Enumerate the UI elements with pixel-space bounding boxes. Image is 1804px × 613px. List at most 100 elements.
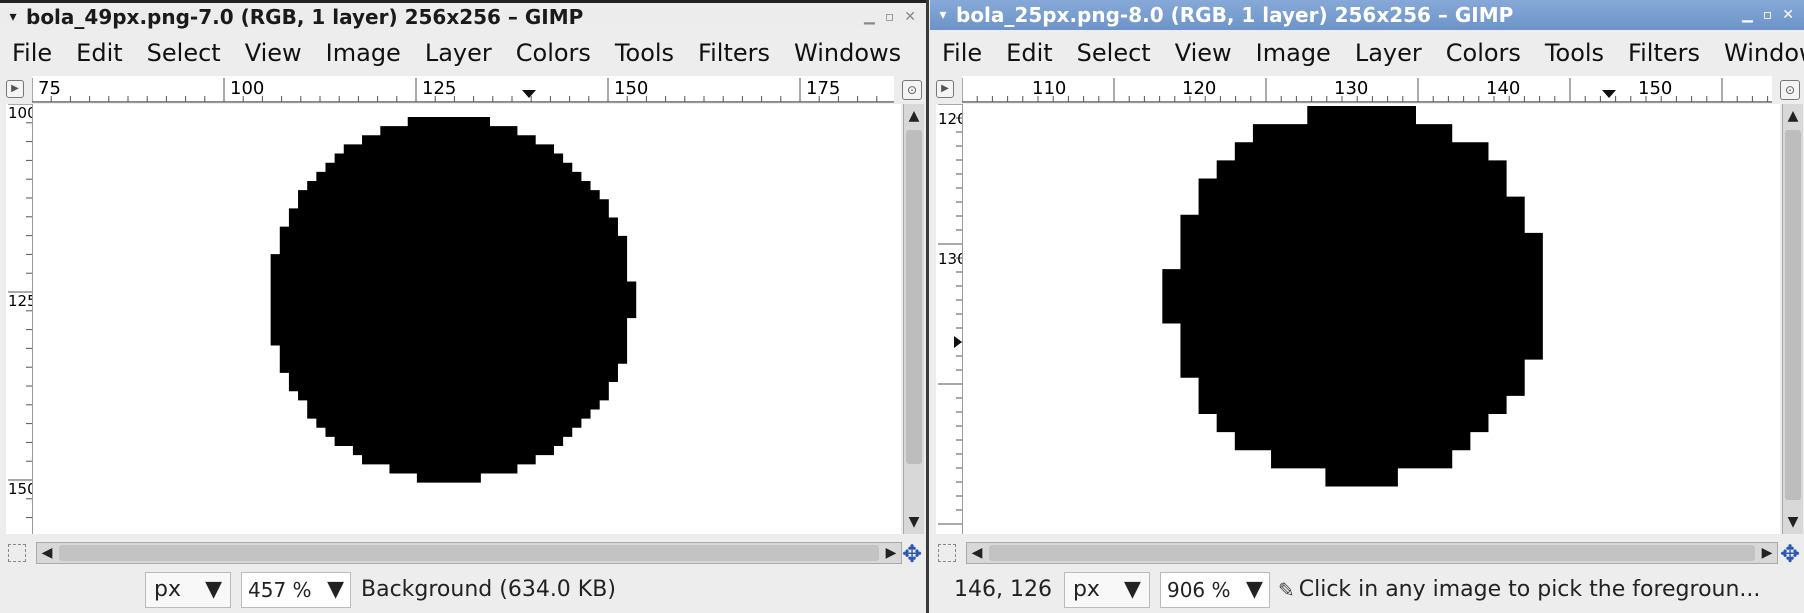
- gimp-window-left: ▾ bola_49px.png-7.0 (RGB, 1 layer) 256x2…: [0, 0, 929, 613]
- menu-view[interactable]: View: [1163, 39, 1244, 67]
- zoom-value: 906 %: [1166, 577, 1231, 602]
- scroll-thumb[interactable]: [1785, 130, 1801, 500]
- menu-colors[interactable]: Colors: [1434, 39, 1533, 67]
- menu-edit[interactable]: Edit: [994, 39, 1064, 67]
- menu-tools[interactable]: Tools: [603, 39, 686, 67]
- scroll-thumb[interactable]: [906, 130, 922, 464]
- maximize-icon[interactable]: ▫: [1763, 7, 1773, 23]
- horizontal-scrollbar[interactable]: ◀ ▶: [36, 542, 902, 564]
- quick-mask-icon[interactable]: [938, 544, 956, 562]
- menu-help[interactable]: Help: [913, 39, 926, 67]
- menu-select[interactable]: Select: [135, 39, 233, 67]
- ruler-h-label: 75: [38, 78, 61, 99]
- status-message: Background (634.0 KB): [361, 577, 616, 602]
- zoom-selector[interactable]: 457 % ▼: [241, 571, 351, 608]
- ruler-h-label: 175: [806, 78, 840, 99]
- ruler-h-label: 130: [1334, 78, 1368, 99]
- scroll-thumb[interactable]: [989, 545, 1755, 561]
- dropdown-arrow-icon[interactable]: ▼: [327, 577, 344, 602]
- image-content: [270, 117, 637, 483]
- ruler-v-label: 100: [8, 104, 33, 122]
- menu-filters[interactable]: Filters: [1616, 39, 1712, 67]
- vertical-scrollbar[interactable]: ▲ ▼: [1782, 104, 1803, 534]
- scroll-right-icon[interactable]: ▶: [881, 545, 901, 561]
- move-navigate-icon[interactable]: ✥: [902, 540, 922, 568]
- zoom-value: 457 %: [248, 577, 312, 602]
- zoom-selector[interactable]: 906 % ▼: [1159, 571, 1270, 608]
- window-menu-icon[interactable]: ▾: [0, 9, 26, 25]
- menu-view[interactable]: View: [233, 39, 314, 67]
- unit-selector[interactable]: px ▼: [145, 571, 231, 608]
- menu-image[interactable]: Image: [314, 39, 413, 67]
- horizontal-scrollbar[interactable]: ◀ ▶: [966, 542, 1778, 564]
- menu-filters[interactable]: Filters: [686, 39, 782, 67]
- minimize-icon[interactable]: ▁: [864, 9, 875, 25]
- menu-colors[interactable]: Colors: [504, 39, 603, 67]
- vertical-ruler: 120 130: [936, 104, 963, 534]
- dropdown-arrow-icon[interactable]: ▼: [205, 577, 222, 602]
- menu-select[interactable]: Select: [1065, 39, 1163, 67]
- move-navigate-icon[interactable]: ✥: [1780, 540, 1800, 568]
- menu-image[interactable]: Image: [1244, 39, 1343, 67]
- close-icon[interactable]: ✕: [904, 9, 916, 25]
- ruler-h-label: 125: [422, 78, 456, 99]
- scroll-up-icon[interactable]: ▲: [904, 108, 924, 124]
- status-bar: px ▼ 457 % ▼ Background (634.0 KB): [0, 566, 926, 613]
- menu-layer[interactable]: Layer: [1343, 39, 1434, 67]
- menu-tools[interactable]: Tools: [1533, 39, 1616, 67]
- ruler-h-label: 110: [1032, 78, 1066, 99]
- ruler-h-label: 100: [230, 78, 264, 99]
- quick-mask-icon[interactable]: [8, 544, 26, 562]
- menu-file[interactable]: File: [0, 39, 64, 67]
- menu-edit[interactable]: Edit: [64, 39, 134, 67]
- image-canvas[interactable]: [963, 104, 1780, 534]
- menu-file[interactable]: File: [930, 39, 994, 67]
- zoom-fit-icon[interactable]: ⊙: [902, 80, 922, 100]
- status-message: Click in any image to pick the foregroun…: [1298, 577, 1761, 602]
- vertical-scrollbar[interactable]: ▲ ▼: [903, 104, 924, 534]
- menu-windows[interactable]: Windows: [782, 39, 913, 67]
- ruler-h-label: 120: [1182, 78, 1216, 99]
- unit-selector[interactable]: px ▼: [1063, 571, 1150, 608]
- horizontal-ruler: 75 100 125 150 175: [32, 76, 894, 103]
- ruler-h-label: 150: [614, 78, 648, 99]
- ruler-h-label: 150: [1638, 78, 1672, 99]
- menu-bar: File Edit Select View Image Layer Colors…: [930, 34, 1804, 72]
- scroll-left-icon[interactable]: ◀: [967, 545, 987, 561]
- status-bar: 146, 126 px ▼ 906 % ▼ ✎ Click in any ima…: [930, 566, 1804, 613]
- horizontal-ruler: 110 120 130 140 150: [962, 76, 1772, 103]
- ruler-v-label: 125: [8, 292, 33, 310]
- scroll-thumb[interactable]: [59, 545, 879, 561]
- pointer-coordinates: 146, 126: [954, 577, 1052, 602]
- window-menu-icon[interactable]: ▾: [930, 7, 956, 23]
- navigate-icon[interactable]: ▶: [6, 80, 24, 98]
- navigate-icon[interactable]: ▶: [936, 80, 954, 98]
- minimize-icon[interactable]: ▁: [1742, 7, 1753, 23]
- window-title: bola_25px.png-8.0 (RGB, 1 layer) 256x256…: [956, 3, 1514, 27]
- ruler-h-label: 140: [1486, 78, 1520, 99]
- maximize-icon[interactable]: ▫: [885, 9, 895, 25]
- scroll-up-icon[interactable]: ▲: [1783, 108, 1803, 124]
- black-ball-image: [1162, 106, 1543, 487]
- zoom-fit-icon[interactable]: ⊙: [1780, 80, 1800, 100]
- title-bar[interactable]: ▾ bola_49px.png-7.0 (RGB, 1 layer) 256x2…: [0, 0, 926, 30]
- image-content: [1162, 106, 1543, 487]
- menu-layer[interactable]: Layer: [413, 39, 504, 67]
- ruler-v-label: 120: [938, 110, 963, 128]
- image-canvas[interactable]: [33, 104, 901, 534]
- ruler-v-label: 150: [8, 480, 33, 498]
- menu-bar: File Edit Select View Image Layer Colors…: [0, 34, 926, 72]
- scroll-left-icon[interactable]: ◀: [37, 545, 57, 561]
- dropdown-arrow-icon[interactable]: ▼: [1124, 577, 1141, 602]
- close-icon[interactable]: ✕: [1782, 7, 1794, 23]
- title-bar[interactable]: ▾ bola_25px.png-8.0 (RGB, 1 layer) 256x2…: [930, 0, 1804, 30]
- menu-windows[interactable]: Windows: [1712, 39, 1804, 67]
- dropdown-arrow-icon[interactable]: ▼: [1246, 577, 1263, 602]
- ruler-v-label: 130: [938, 250, 963, 268]
- scroll-down-icon[interactable]: ▼: [1783, 514, 1803, 530]
- unit-value: px: [154, 577, 181, 602]
- vertical-ruler: 100 125 150: [6, 104, 33, 534]
- scroll-right-icon[interactable]: ▶: [1757, 545, 1777, 561]
- color-picker-icon: ✎: [1277, 577, 1295, 602]
- scroll-down-icon[interactable]: ▼: [904, 514, 924, 530]
